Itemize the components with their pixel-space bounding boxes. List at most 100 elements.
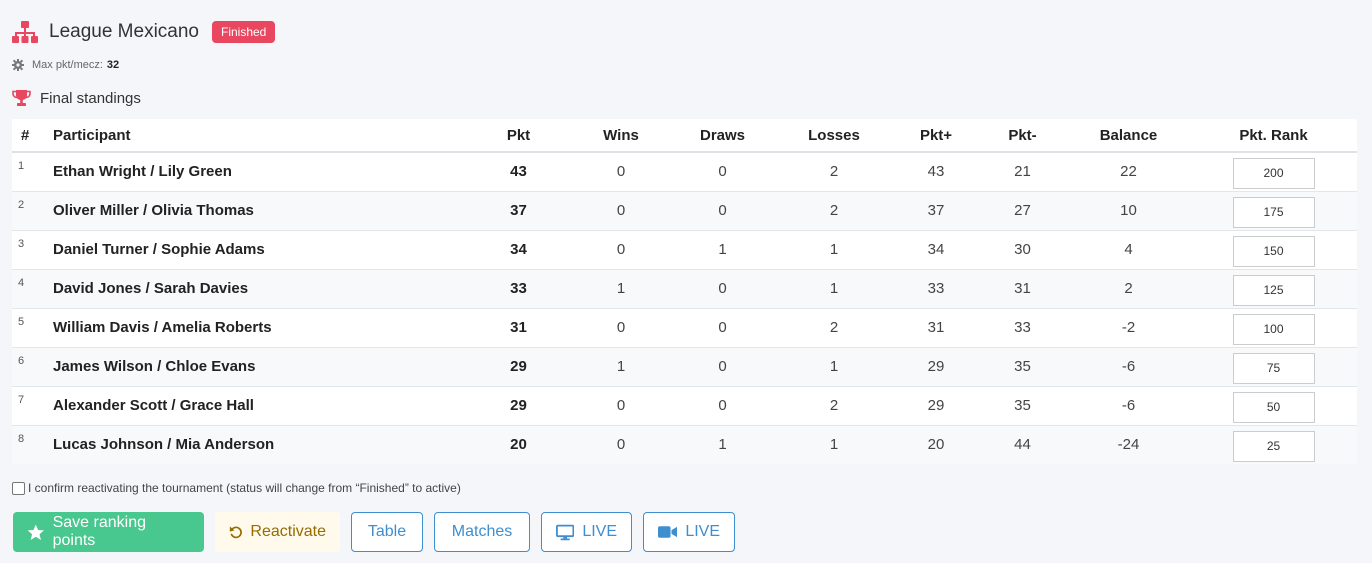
- rank-points-input[interactable]: 150: [1232, 235, 1315, 267]
- pkt-minus-cell: 27: [978, 190, 1067, 230]
- pkt-plus-cell: 29: [894, 385, 978, 425]
- participant-cell: William Davis / Amelia Roberts: [46, 307, 466, 347]
- pkt-plus-cell: 29: [894, 346, 978, 386]
- pkt-cell: 43: [510, 163, 527, 181]
- rank-points-input[interactable]: 25: [1232, 430, 1315, 462]
- losses-cell: 1: [774, 424, 894, 464]
- gear-icon: [12, 59, 24, 71]
- action-buttons: Save ranking points Reactivate Table Mat…: [13, 512, 746, 552]
- pkt-plus-cell: 33: [894, 268, 978, 308]
- balance-cell: 10: [1067, 190, 1190, 230]
- rank-points-input[interactable]: 200: [1232, 157, 1315, 189]
- position-cell: 6: [12, 346, 46, 386]
- table-row: 5 William Davis / Amelia Roberts 31 0 0 2 31 33…: [12, 307, 1357, 347]
- reactivate-confirm[interactable]: I confirm reactivating the tournament (s…: [12, 481, 461, 495]
- standings-table-container: # Participant Pkt Wins Draws Losses Pkt+…: [12, 119, 1357, 464]
- column-header-pkt-plus: Pkt+: [894, 119, 978, 153]
- draws-cell: 0: [671, 385, 774, 425]
- table-row: 2 Oliver Miller / Olivia Thomas 37 0 0 2 37 27 1…: [12, 190, 1357, 230]
- column-header-participant: Participant: [46, 119, 466, 153]
- pkt-plus-cell: 37: [894, 190, 978, 230]
- rank-points-input[interactable]: 175: [1232, 196, 1315, 228]
- rank-points-cell: 175: [1190, 190, 1357, 230]
- pkt-minus-cell: 44: [978, 424, 1067, 464]
- trophy-icon: [12, 90, 31, 106]
- losses-cell: 2: [774, 307, 894, 347]
- draws-cell: 0: [671, 190, 774, 230]
- table-header-row: # Participant Pkt Wins Draws Losses Pkt+…: [12, 119, 1357, 153]
- losses-cell: 2: [829, 163, 839, 181]
- rank-points-input[interactable]: 100: [1232, 313, 1315, 345]
- save-ranking-points-button[interactable]: Save ranking points: [13, 512, 204, 552]
- reactivate-confirm-label: I confirm reactivating the tournament (s…: [28, 481, 461, 495]
- tournament-header: League Mexicano Finished: [12, 18, 276, 46]
- table-row: 7 Alexander Scott / Grace Hall 29 0 0 2 29 35 -6…: [12, 385, 1357, 425]
- participant-cell: Alexander Scott / Grace Hall: [46, 385, 466, 425]
- draws-cell: 1: [671, 229, 774, 269]
- draws-cell: 0: [718, 163, 727, 181]
- participant-cell: James Wilson / Chloe Evans: [46, 346, 466, 386]
- wins-cell: 0: [571, 229, 671, 269]
- desktop-icon: [556, 524, 575, 540]
- draws-cell: 1: [671, 424, 774, 464]
- table-row: 6 James Wilson / Chloe Evans 29 1 0 1 29 35 -6 75: [12, 346, 1357, 386]
- rank-points-cell: 150: [1190, 229, 1357, 269]
- wins-cell: 0: [571, 424, 671, 464]
- live-screen-button[interactable]: LIVE: [541, 512, 632, 552]
- reactivate-confirm-checkbox[interactable]: [12, 481, 25, 495]
- participant-cell: Oliver Miller / Olivia Thomas: [46, 190, 466, 230]
- losses-cell: 1: [774, 229, 894, 269]
- live-video-button[interactable]: LIVE: [643, 512, 735, 552]
- standings-body: 1 Ethan Wright / Lily Green 43 0 0 2 43 21 22 200…: [12, 152, 1357, 464]
- participant-cell: Lucas Johnson / Mia Anderson: [46, 424, 466, 464]
- position-cell: 8: [12, 424, 46, 464]
- pkt-cell: 20: [466, 424, 571, 464]
- balance-cell: 2: [1067, 268, 1190, 308]
- table-button[interactable]: Table: [351, 512, 423, 552]
- rank-points-cell: 25: [1190, 424, 1357, 464]
- position-cell: 4: [12, 268, 46, 308]
- draws-cell: 0: [671, 346, 774, 386]
- rank-points-cell: 75: [1190, 346, 1357, 386]
- losses-cell: 2: [774, 190, 894, 230]
- pkt-cell: 29: [466, 385, 571, 425]
- pkt-cell: 33: [466, 268, 571, 308]
- rank-points-cell: 50: [1190, 385, 1357, 425]
- position-cell: 5: [12, 307, 46, 347]
- pkt-cell: 34: [466, 229, 571, 269]
- pkt-minus-cell: 30: [978, 229, 1067, 269]
- pkt-minus-cell: 33: [978, 307, 1067, 347]
- rank-points-input[interactable]: 75: [1232, 352, 1315, 384]
- column-header-pkt-rank: Pkt. Rank: [1190, 119, 1357, 153]
- pkt-minus-cell: 31: [978, 268, 1067, 308]
- column-header-losses: Losses: [774, 119, 894, 153]
- pkt-cell: 31: [466, 307, 571, 347]
- video-icon: [658, 526, 678, 538]
- sitemap-icon: [12, 21, 38, 43]
- rank-points-input[interactable]: 125: [1232, 274, 1315, 306]
- max-points-label: Max pkt/mecz:: [32, 59, 103, 71]
- pkt-plus-cell: 43: [927, 163, 945, 181]
- column-header-position: #: [12, 119, 46, 153]
- pkt-minus-cell: 21: [1014, 163, 1031, 181]
- rank-points-cell: 200: [1190, 152, 1357, 191]
- participant-cell: Daniel Turner / Sophie Adams: [46, 229, 466, 269]
- table-row: 3 Daniel Turner / Sophie Adams 34 0 1 1 34 30 4 1…: [12, 229, 1357, 269]
- pkt-plus-cell: 31: [894, 307, 978, 347]
- losses-cell: 1: [774, 346, 894, 386]
- losses-cell: 2: [774, 385, 894, 425]
- table-row: 1 Ethan Wright / Lily Green 43 0 0 2 43 21 22 200: [12, 152, 1357, 191]
- matches-button[interactable]: Matches: [434, 512, 530, 552]
- wins-cell: 1: [571, 346, 671, 386]
- balance-cell: -2: [1067, 307, 1190, 347]
- column-header-pkt: Pkt: [466, 119, 571, 153]
- section-title: Final standings: [40, 89, 141, 107]
- save-ranking-points-label: Save ranking points: [52, 514, 146, 549]
- wins-cell: 1: [571, 268, 671, 308]
- table-row: 8 Lucas Johnson / Mia Anderson 20 0 1 1 20 44 -2…: [12, 424, 1357, 464]
- losses-cell: 1: [774, 268, 894, 308]
- rank-points-input[interactable]: 50: [1232, 391, 1315, 423]
- wins-cell: 0: [571, 190, 671, 230]
- reactivate-button[interactable]: Reactivate: [215, 512, 340, 552]
- position-cell: 7: [12, 385, 46, 425]
